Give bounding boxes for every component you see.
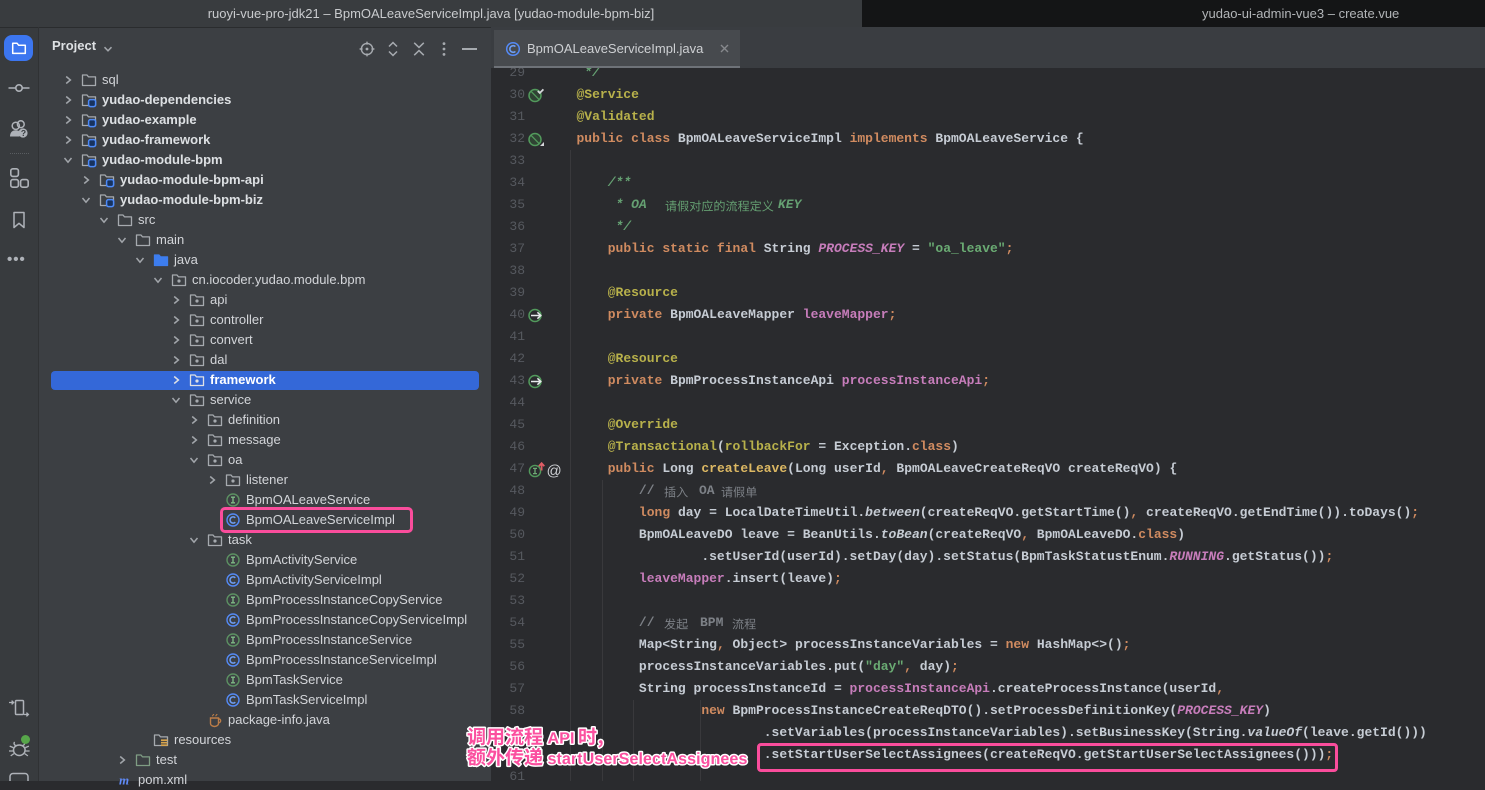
svg-text:@: @: [547, 463, 562, 479]
svg-text:?: ?: [21, 128, 26, 138]
svg-text:m: m: [119, 773, 129, 788]
